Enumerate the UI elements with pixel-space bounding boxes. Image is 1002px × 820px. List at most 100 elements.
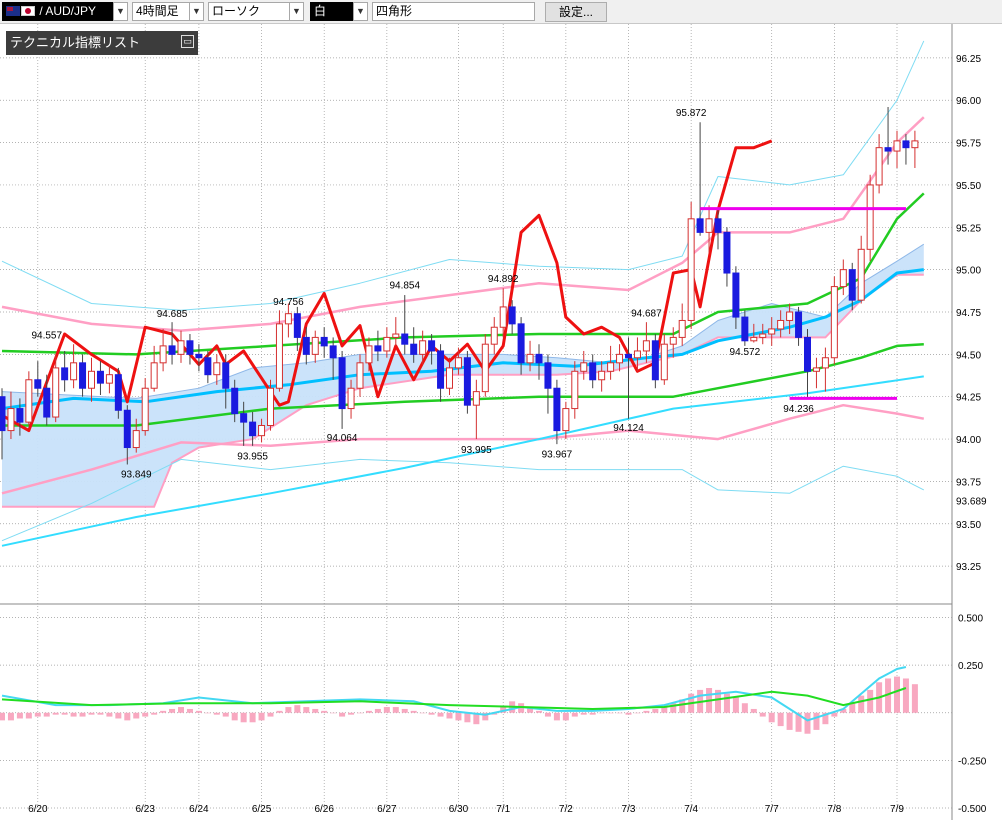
candle-body	[857, 248, 865, 301]
histogram-bar	[357, 712, 363, 714]
candle-body	[786, 311, 794, 321]
histogram-bar	[437, 712, 444, 717]
candle-body	[7, 408, 15, 432]
candle-body	[696, 218, 704, 233]
x-tick-label: 6/23	[135, 804, 155, 815]
histogram-bar	[813, 712, 820, 730]
x-tick-label: 6/30	[449, 804, 469, 815]
candle-body	[195, 353, 203, 359]
candle-body	[517, 323, 525, 364]
candle-body	[61, 367, 69, 381]
histogram-bar	[222, 712, 229, 717]
histogram-bar	[392, 707, 399, 713]
candle-body	[311, 336, 319, 355]
candle-body	[231, 387, 239, 415]
histogram-bar	[723, 693, 730, 713]
panel-toggle-icon[interactable]: ▭	[181, 35, 194, 48]
candle-body	[168, 345, 176, 355]
candle-body	[16, 408, 24, 423]
candle-body	[472, 391, 480, 406]
candle-body	[141, 387, 149, 432]
candle-body	[132, 430, 140, 449]
histogram-bar	[106, 712, 113, 717]
candle-body	[302, 336, 310, 355]
candle-body	[267, 387, 274, 427]
candle-body	[723, 231, 731, 274]
x-tick-label: 7/8	[827, 804, 841, 815]
histogram-bar	[616, 712, 623, 714]
histogram-bar	[88, 712, 95, 715]
x-tick-label: 7/7	[765, 804, 779, 815]
price-annotation: 94.557	[31, 331, 62, 342]
candle-body	[222, 362, 230, 389]
histogram-bar	[571, 712, 578, 717]
technical-indicator-list-panel[interactable]: テクニカル指標リスト ▭	[6, 31, 198, 55]
y-tick-label: 95.50	[956, 181, 981, 192]
histogram-bar	[7, 712, 14, 721]
price-annotation: 94.756	[273, 297, 304, 308]
histogram-bar	[115, 712, 122, 719]
candle-body	[580, 362, 588, 372]
price-annotation: 94.687	[631, 309, 662, 320]
candle-body	[293, 313, 301, 338]
candle-body	[43, 387, 51, 418]
candle-body	[875, 147, 883, 186]
histogram-bar	[625, 712, 632, 715]
histogram-bar	[186, 708, 193, 713]
price-annotation: 95.872	[676, 108, 707, 119]
candle-body	[284, 313, 292, 325]
candle-body	[79, 362, 87, 389]
price-annotation: 94.236	[783, 404, 814, 415]
histogram-bar	[455, 712, 462, 721]
x-tick-label: 6/24	[189, 804, 209, 815]
oscillator-y-tick-label: 0.500	[958, 614, 983, 625]
histogram-bar	[374, 708, 381, 713]
histogram-bar	[911, 684, 918, 713]
candle-body	[848, 269, 856, 301]
candle-body	[383, 336, 391, 352]
candle-body	[526, 353, 534, 364]
candle-body	[123, 409, 131, 449]
histogram-bar	[786, 712, 793, 730]
histogram-bar	[410, 710, 417, 713]
y-tick-label: 94.75	[956, 308, 981, 319]
histogram-bar	[195, 710, 202, 713]
candle-body	[589, 362, 597, 381]
histogram-bar	[321, 710, 328, 713]
candle-body	[499, 306, 507, 328]
candle-body	[401, 333, 409, 345]
histogram-bar	[231, 712, 238, 721]
histogram-bar	[607, 712, 614, 714]
oscillator-y-tick-label: -0.250	[958, 756, 987, 767]
histogram-bar	[894, 676, 900, 713]
x-tick-label: 6/20	[28, 804, 48, 815]
histogram-bar	[0, 712, 5, 721]
chart-canvas: 94.557 93.849 94.685 93.955 94.756 94.064 94.8…	[0, 24, 1002, 820]
histogram-bar	[267, 712, 274, 717]
candle-body	[642, 340, 650, 352]
candle-body	[204, 357, 212, 376]
histogram-bar	[339, 712, 346, 717]
candle-body	[821, 357, 829, 369]
candle-body	[329, 345, 337, 359]
candle-body	[356, 362, 364, 389]
histogram-bar	[634, 712, 641, 714]
candle-body	[795, 311, 803, 338]
histogram-bar	[124, 712, 131, 721]
y-tick-label: 96.25	[956, 54, 981, 65]
x-tick-label: 6/27	[377, 804, 397, 815]
candle-body	[258, 425, 266, 437]
histogram-bar	[330, 712, 337, 714]
candle-body	[902, 140, 910, 149]
candle-body	[866, 184, 874, 250]
y-tick-label: 94.00	[956, 435, 981, 446]
histogram-bar	[419, 712, 426, 714]
y-tick-label: 95.00	[956, 266, 981, 277]
histogram-bar	[25, 712, 32, 719]
panel-title: テクニカル指標リスト	[10, 35, 141, 50]
histogram-bar	[294, 705, 301, 713]
candle-body	[365, 345, 373, 364]
histogram-bar	[464, 712, 471, 723]
candle-body	[240, 413, 248, 423]
histogram-bar	[240, 712, 247, 723]
